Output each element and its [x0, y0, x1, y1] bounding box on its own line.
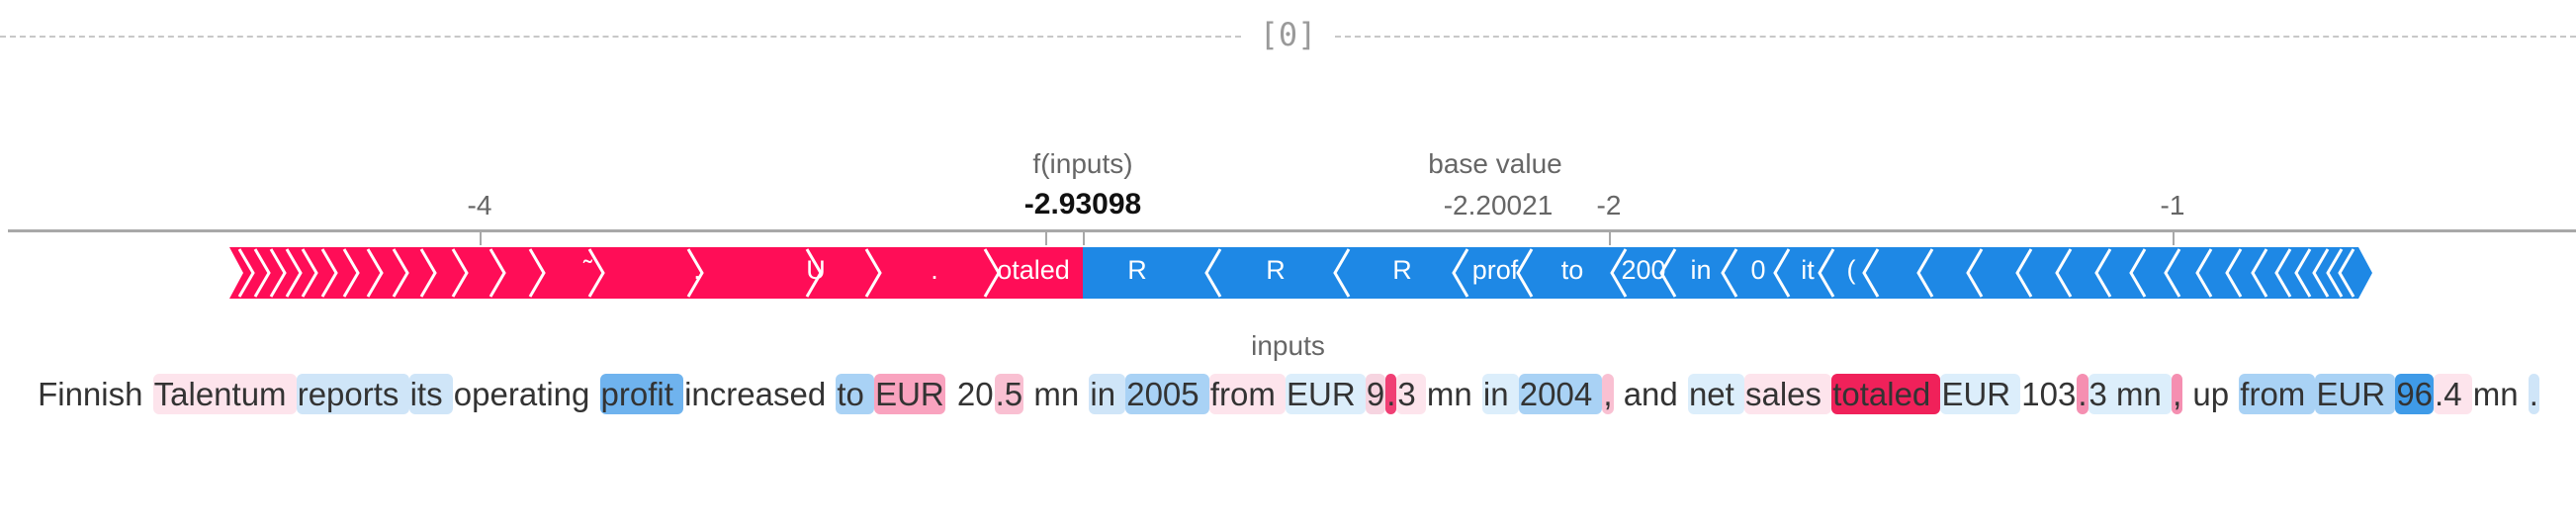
input-token[interactable]: , — [1602, 374, 1614, 414]
force-segment-label: in — [1690, 255, 1712, 285]
output-value-title: f(inputs) — [1032, 148, 1133, 179]
force-segment-label: otaled — [997, 255, 1070, 285]
force-segment-label: R — [1266, 255, 1286, 285]
tick-label-neg4: -4 — [467, 190, 492, 220]
input-token[interactable]: operating — [452, 374, 600, 414]
input-token[interactable]: .4 — [2434, 374, 2472, 414]
tick-mark-neg4 — [480, 231, 482, 245]
tick-mark-output-2 — [1083, 231, 1085, 245]
input-token[interactable]: . — [1385, 374, 1397, 414]
force-segment-label: R — [1127, 255, 1147, 285]
input-token[interactable]: . — [2528, 374, 2539, 414]
input-token[interactable]: . — [2077, 374, 2088, 414]
base-value-title: base value — [1428, 148, 1562, 179]
force-segment-label: U — [806, 255, 826, 285]
force-bar-graphic — [229, 247, 2372, 299]
input-token[interactable]: mn — [1425, 374, 1482, 414]
input-token[interactable]: sales — [1743, 374, 1832, 414]
input-token[interactable]: EUR — [2315, 374, 2396, 414]
input-token[interactable]: in — [1089, 374, 1126, 414]
force-segment-label: it — [1801, 255, 1815, 285]
force-plot-axis: f(inputs) -2.93098 base value -2.20021 -… — [0, 138, 2576, 247]
input-token[interactable]: 2005 — [1125, 374, 1209, 414]
input-token[interactable]: .5 — [994, 374, 1024, 414]
input-text: Finnish Talentum reports its operating p… — [20, 370, 2556, 419]
input-token[interactable]: in — [1481, 374, 1519, 414]
input-token[interactable]: from — [2239, 374, 2316, 414]
input-token[interactable]: totaled — [1831, 374, 1941, 414]
input-token[interactable]: EUR — [1940, 374, 2021, 414]
force-bar: ̃.U.otaledRRRprofto200in0it( — [0, 247, 2576, 299]
input-token[interactable]: and — [1613, 374, 1688, 414]
input-token[interactable]: Talentum — [152, 374, 297, 414]
input-token[interactable] — [944, 374, 956, 414]
input-token[interactable]: 9 — [1365, 374, 1386, 414]
input-token[interactable]: 3 — [1396, 374, 1426, 414]
tick-mark-neg1 — [2173, 231, 2175, 245]
force-segment-label: . — [931, 255, 938, 285]
input-token[interactable]: Finnish — [37, 374, 153, 414]
inputs-title: inputs — [1251, 330, 1325, 361]
input-token[interactable]: EUR — [1285, 374, 1366, 414]
tick-label-neg2: -2 — [1596, 190, 1622, 220]
base-value-label: -2.20021 — [1443, 190, 1554, 220]
force-segment-label: . — [693, 255, 701, 285]
input-token[interactable]: net — [1687, 374, 1744, 414]
tick-label-neg1: -1 — [2160, 190, 2185, 220]
input-token[interactable]: 2004 — [1518, 374, 1603, 414]
header-divider-left — [0, 36, 1241, 38]
input-token[interactable]: EUR — [874, 374, 945, 414]
input-token[interactable]: up — [2182, 374, 2240, 414]
input-token[interactable]: mn — [2471, 374, 2529, 414]
force-segment-label: ( — [1846, 255, 1856, 285]
header-divider-right — [1335, 36, 2576, 38]
force-segment-label: 200 — [1621, 255, 1666, 285]
tick-mark-neg2 — [1609, 231, 1611, 245]
force-segment-label: 0 — [1750, 255, 1766, 285]
output-index-label: [0] — [1259, 16, 1317, 53]
force-segment-label: to — [1560, 255, 1584, 285]
force-segment-label: R — [1392, 255, 1412, 285]
input-token[interactable]: reports — [296, 374, 409, 414]
axis-line — [8, 229, 2576, 232]
input-token[interactable]: mn — [1023, 374, 1090, 414]
tick-mark-output — [1045, 231, 1047, 245]
input-token[interactable]: 3 mn — [2087, 374, 2173, 414]
input-token[interactable]: its — [408, 374, 453, 414]
input-token[interactable]: to — [836, 374, 875, 414]
input-token[interactable]: 20 — [955, 374, 995, 414]
input-token[interactable]: 103 — [2020, 374, 2078, 414]
input-token[interactable]: increased — [683, 374, 837, 414]
input-token[interactable]: profit — [599, 374, 684, 414]
input-token[interactable]: 96 — [2395, 374, 2435, 414]
output-value: -2.93098 — [1023, 188, 1142, 220]
output-header: [0] — [0, 16, 2576, 55]
force-segment-label: prof — [1471, 255, 1519, 285]
input-token[interactable]: from — [1208, 374, 1286, 414]
input-token[interactable]: , — [2172, 374, 2183, 414]
